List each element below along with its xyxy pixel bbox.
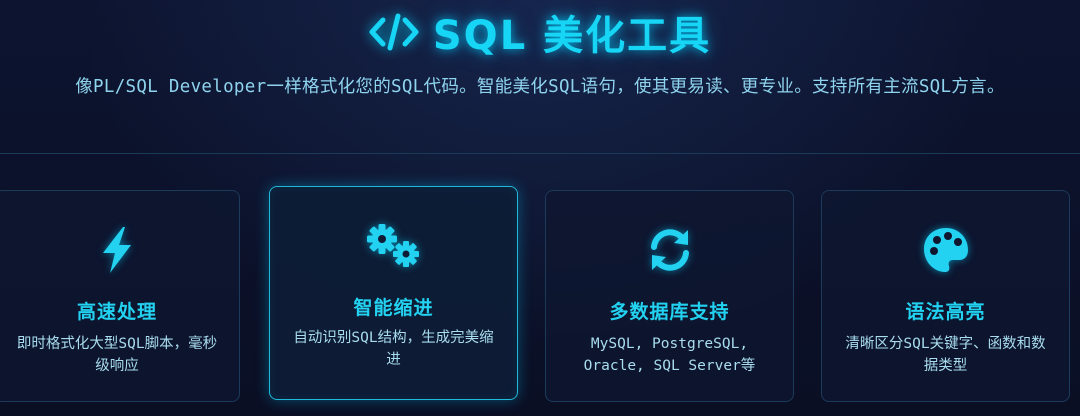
feature-desc: 自动识别SQL结构，生成完美缩进 xyxy=(293,330,494,368)
sync-arrows-icon xyxy=(546,225,793,275)
gears-icon xyxy=(270,221,517,271)
lightning-bolt-icon xyxy=(0,225,239,275)
feature-title: 多数据库支持 xyxy=(609,301,730,323)
feature-card-indent[interactable]: 智能缩进 自动识别SQL结构，生成完美缩进 xyxy=(269,186,518,400)
title-row: SQL 美化工具 xyxy=(0,4,1080,60)
palette-icon xyxy=(822,225,1069,275)
feature-card-speed[interactable]: 高速处理 即时格式化大型SQL脚本，毫秒级响应 xyxy=(0,190,240,402)
feature-desc: 即时格式化大型SQL脚本，毫秒级响应 xyxy=(16,336,218,374)
code-icon xyxy=(369,12,419,52)
feature-card-highlight[interactable]: 语法高亮 清晰区分SQL关键字、函数和数据类型 xyxy=(821,190,1070,402)
feature-desc: MySQL, PostgreSQL, Oracle, SQL Server等 xyxy=(583,336,756,374)
page-subtitle: 像PL/SQL Developer一样格式化您的SQL代码。智能美化SQL语句，… xyxy=(75,77,1005,97)
feature-desc: 清晰区分SQL关键字、函数和数据类型 xyxy=(845,336,1046,374)
feature-title: 高速处理 xyxy=(76,301,157,323)
page-header: SQL 美化工具 像PL/SQL Developer一样格式化您的SQL代码。智… xyxy=(0,0,1080,154)
feature-card-multidb[interactable]: 多数据库支持 MySQL, PostgreSQL, Oracle, SQL Se… xyxy=(545,190,794,402)
feature-title: 语法高亮 xyxy=(905,301,986,323)
feature-title: 智能缩进 xyxy=(353,297,434,319)
page-title: SQL 美化工具 xyxy=(432,13,712,59)
